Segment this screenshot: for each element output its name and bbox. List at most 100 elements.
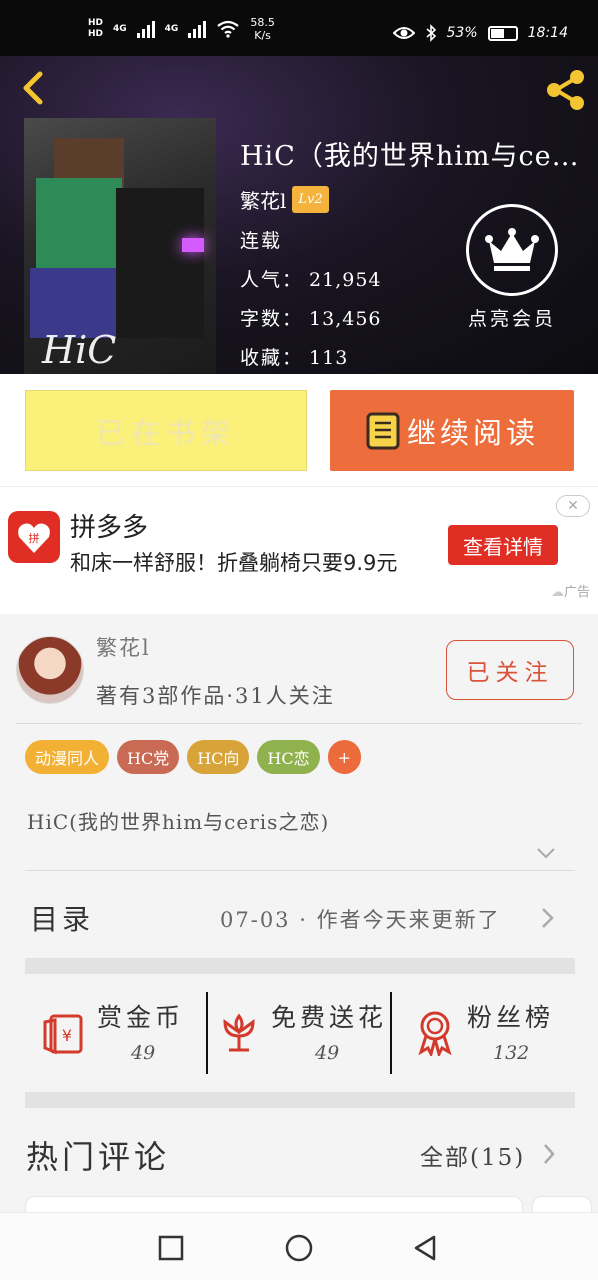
popularity-value: 21,954 — [309, 269, 382, 291]
action-bar: 已在书架 继续阅读 — [0, 374, 598, 486]
reward-coins[interactable]: ¥ 赏金币 49 — [41, 992, 201, 1074]
clock: 18:14 — [527, 25, 568, 41]
book-header: HiC HiC（我的世界him与ceris之恋） 繁花l Lv2 连载 人气：2… — [0, 56, 598, 374]
author-stats: 著有3部作品·31人关注 — [96, 684, 335, 708]
hd-indicator-1: HD — [88, 18, 104, 28]
ad-tag-label: 广告 — [563, 585, 590, 600]
reward-label: 赏金币 — [97, 1003, 185, 1032]
hot-comments-title: 热门评论 — [26, 1138, 171, 1176]
crown-icon — [485, 228, 539, 271]
reward-value: 49 — [131, 1042, 156, 1064]
ad-logo: 拼 — [8, 511, 60, 563]
avatar[interactable] — [16, 636, 84, 704]
flower-icon — [223, 1013, 255, 1052]
red-envelope-icon: ¥ — [43, 1014, 83, 1055]
speed-unit: K/s — [254, 29, 271, 42]
book-title: HiC（我的世界him与ceris之恋） — [240, 141, 592, 172]
chevron-right-icon[interactable] — [542, 1142, 556, 1166]
reward-label: 粉丝榜 — [467, 1003, 555, 1032]
author-section: 繁花l 著有3部作品·31人关注 已关注 动漫同人 HC党 HC向 HC恋 + … — [0, 616, 598, 956]
tag-chip[interactable]: HC向 — [187, 740, 250, 774]
tag-label: HC向 — [197, 749, 240, 768]
home-icon[interactable] — [284, 1233, 314, 1263]
cover-figure-body — [36, 178, 122, 274]
medal-icon — [418, 1011, 452, 1056]
tag-label: + — [337, 747, 352, 767]
follow-button[interactable]: 已关注 — [446, 640, 574, 700]
toc-latest-chapter[interactable]: 07-03 · 作者今天来更新了 — [220, 904, 510, 934]
speed-value: 58.5 — [250, 16, 275, 29]
hd-indicator-2: HD — [88, 29, 104, 39]
reward-flowers[interactable]: 免费送花 49 — [215, 992, 395, 1074]
ad-tag: ☁广告 — [551, 581, 590, 600]
tag-chip[interactable]: HC恋 — [257, 740, 320, 774]
all-comments-link[interactable]: 全部(15) — [420, 1138, 525, 1172]
back-icon[interactable] — [14, 68, 54, 108]
book-author[interactable]: 繁花l — [240, 185, 286, 214]
divider — [206, 992, 208, 1074]
divider — [16, 723, 582, 724]
reward-fans[interactable]: 粉丝榜 132 — [411, 992, 571, 1074]
word-count-label: 字数： — [240, 308, 304, 330]
reward-label: 免费送花 — [271, 1003, 388, 1032]
ad-close-button[interactable]: ✕ — [556, 495, 590, 517]
battery-icon — [487, 25, 518, 41]
continue-reading-button[interactable]: 继续阅读 — [330, 390, 574, 471]
ad-logo-text: 拼 — [29, 531, 40, 545]
network-speed: 58.5 K/s — [250, 16, 275, 42]
divider — [25, 870, 575, 871]
author-name[interactable]: 繁花l — [96, 632, 151, 662]
vip-button[interactable]: 点亮会员 — [462, 204, 562, 331]
book-icon — [366, 412, 400, 449]
favorites-label: 收藏： — [240, 347, 304, 369]
continue-reading-label: 继续阅读 — [406, 415, 539, 450]
back-nav-icon[interactable] — [410, 1233, 440, 1263]
ad-logo-icon: 拼 — [18, 523, 50, 553]
crown-icon-circle — [466, 204, 558, 296]
share-icon[interactable] — [544, 68, 588, 112]
eye-icon — [392, 27, 415, 39]
bookshelf-button[interactable]: 已在书架 — [25, 390, 307, 471]
chevron-down-icon[interactable] — [536, 846, 556, 860]
network-label-1: 4G — [113, 24, 127, 34]
book-description: HiC(我的世界him与ceris之恋) — [27, 810, 330, 834]
cloud-icon: ☁ — [550, 585, 564, 600]
tag-list: 动漫同人 HC党 HC向 HC恋 + — [25, 740, 362, 774]
signal-icon — [188, 20, 207, 38]
section-gap — [25, 958, 575, 974]
ad-cta-button[interactable]: 查看详情 — [448, 525, 558, 565]
level-badge: Lv2 — [292, 186, 329, 213]
bluetooth-icon — [425, 24, 436, 42]
battery-percent: 53% — [446, 25, 478, 41]
tag-label: HC党 — [127, 749, 170, 768]
tag-chip[interactable]: 动漫同人 — [25, 740, 110, 774]
chevron-right-icon[interactable] — [540, 906, 556, 930]
ad-brand: 拼多多 — [70, 513, 149, 543]
book-cover[interactable]: HiC — [24, 118, 216, 374]
svg-text:¥: ¥ — [62, 1026, 72, 1045]
network-label-2: 4G — [164, 24, 179, 34]
divider — [390, 992, 392, 1074]
favorites-row: 收藏： 113 — [240, 343, 592, 370]
toc-label[interactable]: 目录 — [30, 898, 94, 938]
ad-text: 和床一样舒服！折叠躺椅只要9.9元 — [70, 551, 398, 575]
reward-value: 49 — [315, 1042, 340, 1064]
favorites-value: 113 — [309, 347, 349, 369]
wifi-icon — [217, 20, 240, 38]
ad-banner[interactable]: 拼 拼多多 和床一样舒服！折叠躺椅只要9.9元 查看详情 ✕ ☁广告 — [0, 486, 598, 614]
status-bar: HD HD 4G 4G 58.5 K/s 53% 18:14 — [0, 0, 598, 56]
recent-apps-icon[interactable] — [156, 1233, 186, 1263]
section-gap — [25, 1092, 575, 1108]
vip-label: 点亮会员 — [467, 308, 556, 330]
cover-glowing-eye — [182, 238, 204, 252]
cover-signature: HiC — [42, 328, 117, 372]
tag-label: 动漫同人 — [35, 749, 100, 768]
cover-figure-dark — [116, 188, 204, 338]
reward-value: 132 — [493, 1042, 530, 1064]
add-tag-button[interactable]: + — [327, 740, 362, 774]
tag-chip[interactable]: HC党 — [117, 740, 180, 774]
word-count-value: 13,456 — [309, 308, 382, 330]
tag-label: HC恋 — [267, 749, 310, 768]
signal-icon — [136, 20, 155, 38]
popularity-label: 人气： — [240, 269, 304, 291]
